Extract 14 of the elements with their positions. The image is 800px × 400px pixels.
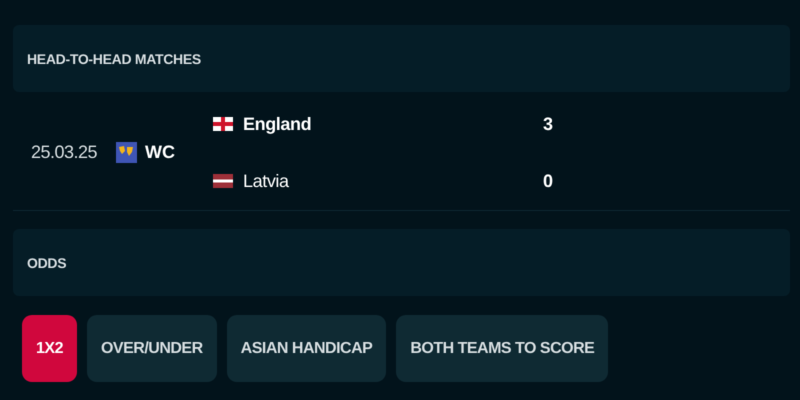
section-title: ODDS xyxy=(27,254,66,270)
team-name: Latvia xyxy=(243,170,290,192)
market-tab[interactable]: BOTH TEAMS TO SCORE xyxy=(396,315,608,382)
team-score: 3 xyxy=(542,114,553,134)
market-tab[interactable]: OVER/UNDER xyxy=(86,315,217,382)
market-tab[interactable]: 1X2 xyxy=(22,315,77,382)
latvia-flag-icon xyxy=(213,174,233,188)
match-date: 25.03.25 xyxy=(30,142,98,163)
competition-name: WC xyxy=(145,142,176,163)
section-title: HEAD-TO-HEAD MATCHES xyxy=(27,50,201,66)
team-name: England xyxy=(243,114,312,134)
england-flag-icon xyxy=(213,117,233,131)
market-tab[interactable]: ASIAN HANDICAP xyxy=(226,315,386,382)
team-score: 0 xyxy=(542,170,553,192)
